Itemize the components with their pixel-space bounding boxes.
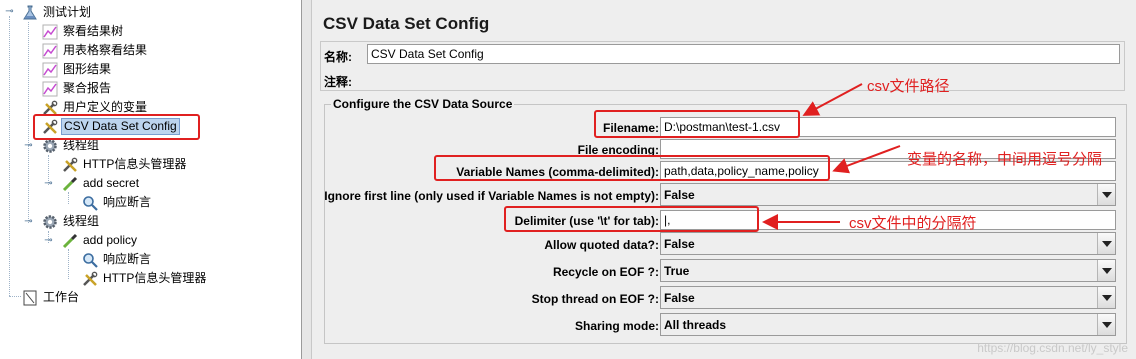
graph-icon [42, 43, 58, 58]
tree-node-aggregate-report[interactable]: 聚合报告 [42, 79, 113, 98]
tree-line [68, 192, 69, 204]
tree-node-label: add secret [83, 176, 140, 190]
annotation-variable-names: 变量的名称，中间用逗号分隔 [907, 151, 1103, 168]
pipette-icon [62, 176, 78, 191]
tree-line [68, 249, 69, 279]
arrow-variable-names [832, 145, 901, 174]
watermark: https://blog.csdn.net/ly_style [977, 341, 1128, 355]
tree-node-label: 响应断言 [103, 195, 152, 209]
tree-node-label: add policy [83, 233, 138, 247]
gear-icon [43, 214, 57, 229]
tree-node-view-results-table[interactable]: 用表格察看结果 [42, 41, 149, 60]
annotation-delimiter: csv文件中的分隔符 [849, 215, 977, 232]
tree-node-label: 用表格察看结果 [63, 43, 148, 57]
collapse-toggle-icon[interactable]: ⊸ [5, 7, 14, 17]
magnifier-icon [83, 195, 98, 211]
tree-line [28, 22, 29, 145]
tree-node-label: 图形结果 [63, 62, 112, 76]
tree-node-workbench[interactable]: 工作台 [22, 288, 81, 307]
split-pane-divider[interactable] [302, 0, 312, 359]
arrow-filename [802, 83, 863, 116]
tree-line [9, 16, 10, 296]
graph-icon [42, 62, 58, 77]
tree-node-add-policy[interactable]: add policy [62, 231, 139, 250]
tree-node-thread-group-2[interactable]: 线程组 [42, 212, 101, 231]
collapse-toggle-icon[interactable]: ⊸ [44, 236, 53, 246]
pipette-icon [62, 233, 78, 248]
collapse-toggle-icon[interactable]: ⊸ [24, 217, 33, 227]
tree-node-label: HTTP信息头管理器 [83, 157, 187, 171]
wrench-icon [83, 271, 98, 286]
tree-line [28, 145, 29, 223]
graph-icon [42, 24, 58, 39]
tree-node-add-secret[interactable]: add secret [62, 174, 141, 193]
tree-node-test-plan[interactable]: 测试计划 [22, 3, 93, 22]
collapse-toggle-icon[interactable]: ⊸ [24, 141, 33, 151]
tree-node-view-results-tree[interactable]: 察看结果树 [42, 22, 125, 41]
config-panel: CSV Data Set Config 名称: CSV Data Set Con… [312, 0, 1136, 359]
tree-node-label: 测试计划 [43, 5, 92, 19]
wrench-icon [63, 157, 78, 172]
highlight-box [33, 114, 200, 140]
tree-node-label: 工作台 [43, 290, 80, 304]
magnifier-icon [83, 252, 98, 268]
annotation-filename: csv文件路径 [867, 78, 950, 95]
annotation-arrows [762, 83, 901, 230]
graph-icon [42, 81, 58, 96]
tree-node-http-header-manager-2[interactable]: HTTP信息头管理器 [82, 269, 208, 288]
tree-node-label: 响应断言 [103, 252, 152, 266]
collapse-toggle-icon[interactable]: ⊸ [44, 179, 53, 189]
tree-node-response-assertion-2[interactable]: 响应断言 [82, 250, 153, 269]
tree-node-graph-results[interactable]: 图形结果 [42, 60, 113, 79]
tree-line [9, 296, 21, 297]
tree-node-label: 聚合报告 [63, 81, 112, 95]
flask-icon [23, 5, 37, 19]
clipboard-icon [23, 290, 37, 305]
tree-pane: ⊸ ⊸ ⊸ ⊸ ⊸ 测试计划 察看结果树 用表格察看结果 图形结果 聚合报告 用… [0, 0, 302, 359]
tree-node-label: 线程组 [63, 214, 100, 228]
tree-node-response-assertion-1[interactable]: 响应断言 [82, 193, 153, 212]
tree-node-label: HTTP信息头管理器 [103, 271, 207, 285]
tree-node-http-header-manager-1[interactable]: HTTP信息头管理器 [62, 155, 188, 174]
tree-node-label: 察看结果树 [63, 24, 124, 38]
